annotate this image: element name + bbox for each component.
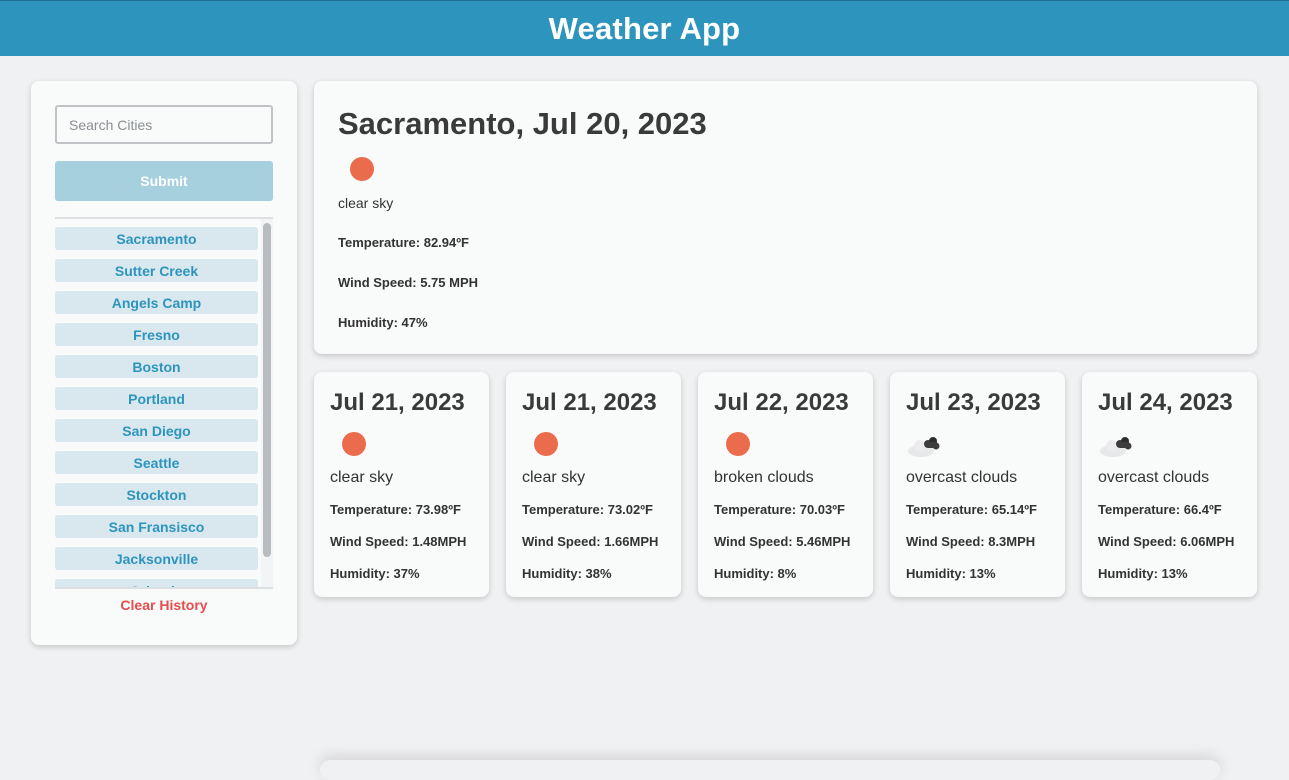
footer-shadow [320,760,1220,780]
forecast-card: Jul 22, 2023 broken clouds Temperature: … [698,372,873,597]
history-item[interactable]: Boston [55,355,258,378]
forecast-description: clear sky [522,469,586,486]
forecast-wind-speed: Wind Speed: 8.3MPH [906,534,1036,549]
forecast-temperature: Temperature: 70.03ºF [714,502,845,517]
forecast-wind-speed: Wind Speed: 1.66MPH [522,534,659,549]
forecast-date: Jul 24, 2023 [1098,389,1233,416]
current-city-title: Sacramento, Jul 20, 2023 [338,106,707,141]
history-item[interactable]: Sutter Creek [55,259,258,282]
forecast-description: clear sky [330,469,394,486]
submit-button[interactable]: Submit [55,161,273,201]
forecast-card: Jul 21, 2023 clear sky Temperature: 73.0… [506,372,681,597]
history-item[interactable]: Orlando [55,579,258,587]
current-wind-speed: Wind Speed: 5.75 MPH [338,275,479,290]
history-item[interactable]: Portland [55,387,258,410]
forecast-wind-speed: Wind Speed: 6.06MPH [1098,534,1235,549]
forecast-humidity: Humidity: 38% [522,566,612,581]
scrollbar-thumb[interactable] [263,223,271,557]
history-item[interactable]: Fresno [55,323,258,346]
overcast-cloud-icon [1100,437,1132,457]
sun-icon [350,157,374,181]
sun-icon [726,432,750,456]
forecast-temperature: Temperature: 73.02ºF [522,502,653,517]
sun-icon [342,432,366,456]
search-input[interactable] [55,105,273,144]
current-humidity: Humidity: 47% [338,315,428,330]
forecast-date: Jul 22, 2023 [714,389,849,416]
sun-icon [534,432,558,456]
forecast-description: overcast clouds [1098,469,1210,486]
history-item[interactable]: Seattle [55,451,258,474]
history-item[interactable]: Angels Camp [55,291,258,314]
forecast-date: Jul 21, 2023 [330,389,465,416]
history-scrollbar[interactable] [261,219,273,587]
forecast-humidity: Humidity: 8% [714,566,797,581]
history-item[interactable]: Sacramento [55,227,258,250]
current-temperature: Temperature: 82.94ºF [338,235,469,250]
forecast-temperature: Temperature: 73.98ºF [330,502,461,517]
search-panel: Submit Sacramento Sutter Creek Angels Ca… [31,81,297,645]
forecast-date: Jul 23, 2023 [906,389,1041,416]
forecast-humidity: Humidity: 13% [906,566,996,581]
forecast-temperature: Temperature: 65.14ºF [906,502,1037,517]
forecast-humidity: Humidity: 13% [1098,566,1188,581]
overcast-cloud-icon [908,437,940,457]
forecast-wind-speed: Wind Speed: 5.46MPH [714,534,851,549]
app-title: Weather App [548,10,741,46]
history-item[interactable]: San Fransisco [55,515,258,538]
history-item[interactable]: Stockton [55,483,258,506]
search-history: Sacramento Sutter Creek Angels Camp Fres… [55,217,273,589]
forecast-card: Jul 21, 2023 clear sky Temperature: 73.9… [314,372,489,597]
forecast-description: broken clouds [714,469,814,486]
history-item[interactable]: San Diego [55,419,258,442]
forecast-card: Jul 23, 2023 overcast clouds Temperature… [890,372,1065,597]
forecast-description: overcast clouds [906,469,1018,486]
forecast-card: Jul 24, 2023 overcast clouds Temperature… [1082,372,1257,597]
history-item[interactable]: Jacksonville [55,547,258,570]
current-description: clear sky [338,195,394,211]
app-header: Weather App [0,0,1289,56]
forecast-date: Jul 21, 2023 [522,389,657,416]
forecast-wind-speed: Wind Speed: 1.48MPH [330,534,467,549]
clear-history-button[interactable]: Clear History [31,597,297,613]
current-weather-card: Sacramento, Jul 20, 2023 clear sky Tempe… [314,81,1257,354]
forecast-temperature: Temperature: 66.4ºF [1098,502,1222,517]
forecast-humidity: Humidity: 37% [330,566,420,581]
